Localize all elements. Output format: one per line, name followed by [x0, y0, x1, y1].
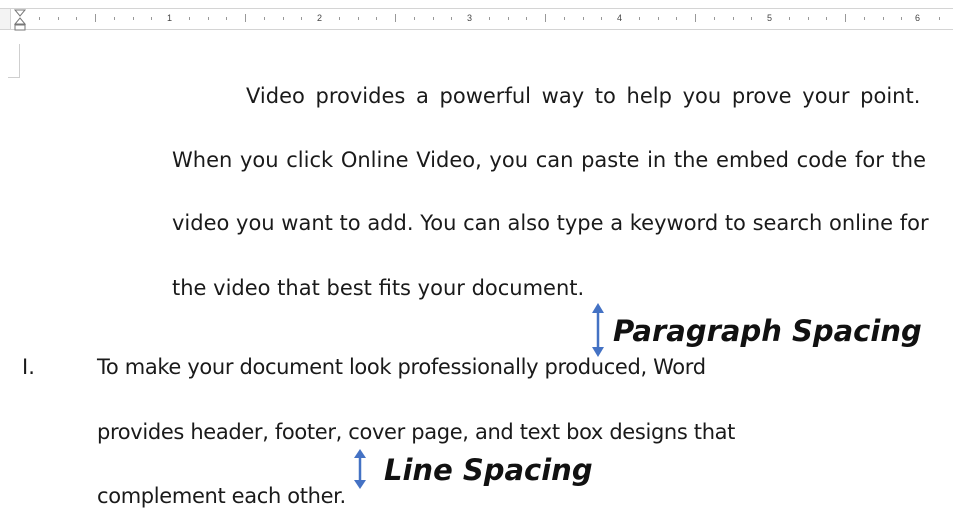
ruler-tick: [939, 17, 940, 20]
ruler-tick: [789, 17, 790, 20]
page-margin-corner-mark: [8, 44, 20, 78]
ruler-tick: [339, 17, 340, 20]
ruler-tick: [95, 14, 96, 22]
ruler-number: 5: [767, 13, 773, 23]
list-item-line: provides header, footer, cover page, and…: [97, 420, 736, 444]
ruler-tick: [545, 14, 546, 22]
ruler-tick: [189, 17, 190, 20]
ruler-tick: [714, 17, 715, 20]
ruler-tick: [114, 17, 115, 20]
ruler-tick: [658, 17, 659, 20]
ruler-number: 1: [167, 13, 173, 23]
ruler-tick: [901, 17, 902, 20]
ruler-tick: [433, 17, 434, 20]
indent-marker-icon[interactable]: [13, 9, 27, 33]
ruler-tick: [751, 17, 752, 20]
ruler-tick: [676, 17, 677, 20]
ruler-tick: [526, 17, 527, 20]
ruler-number: 4: [617, 13, 623, 23]
ruler-tick: [208, 17, 209, 20]
ruler-tick: [245, 14, 246, 22]
paragraph-line: Video provides a powerful way to help yo…: [246, 84, 921, 108]
ruler-tick: [283, 17, 284, 20]
ruler-tick: [301, 17, 302, 20]
ruler-tick: [733, 17, 734, 20]
ruler-tick: [133, 17, 134, 20]
ruler-tick: [395, 14, 396, 22]
ruler-number: 3: [467, 13, 473, 23]
ruler-tick: [414, 17, 415, 20]
ruler-tick: [151, 17, 152, 20]
ruler-tick: [451, 17, 452, 20]
ruler-number: 2: [317, 13, 323, 23]
paragraph-spacing-arrow-icon: [592, 303, 604, 357]
ruler-tick: [508, 17, 509, 20]
ruler-tick: [226, 17, 227, 20]
ruler-tick: [39, 17, 40, 20]
ruler-tick: [376, 17, 377, 20]
paragraph-line: the video that best fits your document.: [172, 276, 585, 300]
ruler-tick: [489, 17, 490, 20]
ruler-tick: [695, 14, 696, 22]
list-number-marker: I.: [22, 355, 35, 379]
ruler-tick: [808, 17, 809, 20]
ruler-tick: [883, 17, 884, 20]
line-spacing-arrow-icon: [354, 449, 366, 489]
ruler-tick: [826, 17, 827, 20]
ruler-tick: [583, 17, 584, 20]
horizontal-ruler[interactable]: 1 2 3 4 5 6: [0, 8, 953, 30]
ruler-tick: [601, 17, 602, 20]
paragraph-spacing-label: Paragraph Spacing: [613, 314, 922, 348]
ruler-tick: [264, 17, 265, 20]
ruler-tick: [76, 17, 77, 20]
list-item-line: complement each other.: [97, 484, 346, 508]
ruler-number: 6: [915, 13, 921, 23]
paragraph-line: When you click Online Video, you can pas…: [172, 148, 926, 172]
ruler-tick: [864, 17, 865, 20]
ruler-tick: [845, 14, 846, 22]
list-item-line: To make your document look professionall…: [97, 355, 706, 379]
ruler-tick: [358, 17, 359, 20]
ruler-margin-area: [0, 9, 11, 29]
ruler-tick: [58, 17, 59, 20]
ruler-tick: [639, 17, 640, 20]
line-spacing-label: Line Spacing: [384, 453, 593, 487]
paragraph-line: video you want to add. You can also type…: [172, 211, 929, 235]
ruler-tick: [564, 17, 565, 20]
